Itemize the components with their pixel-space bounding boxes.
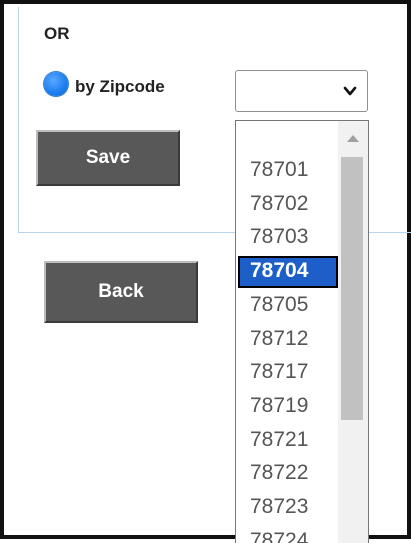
save-button[interactable]: Save <box>36 130 180 186</box>
zipcode-option[interactable]: 78724 <box>238 526 338 543</box>
chevron-down-icon <box>343 86 357 96</box>
back-button[interactable]: Back <box>44 261 198 323</box>
scroll-up-arrow-icon[interactable] <box>347 135 359 142</box>
page-frame: OR by Zipcode Save Back 78701 78702 78703 7… <box>0 0 411 543</box>
by-zipcode-radio[interactable] <box>44 72 68 96</box>
zipcode-option[interactable]: 78712 <box>238 324 338 356</box>
scrollbar-thumb[interactable] <box>341 157 363 420</box>
zipcode-option[interactable]: 78722 <box>238 458 338 490</box>
by-zipcode-label[interactable]: by Zipcode <box>75 77 165 97</box>
zipcode-option[interactable]: 78704 <box>238 256 338 289</box>
zipcode-dropdown-list[interactable]: 78701 78702 78703 78704 78705 78712 78717 78719… <box>235 120 369 543</box>
zipcode-option[interactable]: 78702 <box>238 189 338 221</box>
or-label: OR <box>44 24 70 43</box>
zipcode-option[interactable]: 78705 <box>238 290 338 322</box>
zipcode-option[interactable]: 78701 <box>238 155 338 187</box>
zipcode-select[interactable] <box>235 70 368 112</box>
dropdown-scrollbar[interactable] <box>338 121 368 543</box>
zipcode-option[interactable]: 78719 <box>238 391 338 423</box>
zipcode-option[interactable]: 78723 <box>238 492 338 524</box>
zipcode-option[interactable]: 78721 <box>238 425 338 457</box>
zipcode-option[interactable]: 78703 <box>238 222 338 254</box>
zipcode-option[interactable]: 78717 <box>238 357 338 389</box>
